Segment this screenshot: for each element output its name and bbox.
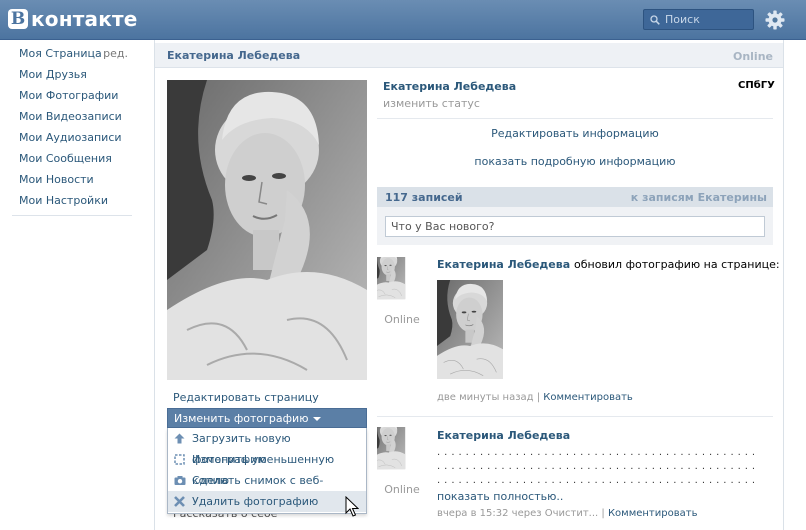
post-avatar[interactable]: [377, 427, 427, 477]
edit-page-link[interactable]: Редактировать страницу: [173, 391, 319, 404]
menu-upload-photo[interactable]: Загрузить новую фотографию: [168, 428, 366, 466]
post-meta: вчера в 15:32 через Очистит... | Коммент…: [437, 508, 698, 519]
show-full-link[interactable]: показать полностью..: [437, 490, 563, 503]
post-photo[interactable]: [437, 280, 503, 379]
post-author[interactable]: Екатерина Лебедева: [437, 429, 570, 442]
change-photo-button[interactable]: Изменить фотографию: [167, 408, 367, 428]
search-icon: [650, 14, 660, 25]
divider: [377, 118, 773, 119]
camera-icon: [174, 476, 186, 485]
photo-menu: Загрузить новую фотографию Изменить умен…: [167, 428, 367, 514]
menu-label: Удалить фотографию: [192, 495, 319, 508]
wall-header: 117 записей к записям Екатерины: [377, 187, 773, 207]
nav-edit-link[interactable]: ред.: [103, 43, 128, 64]
gear-icon[interactable]: [764, 9, 786, 31]
more-info-link: показать подробную информацию: [377, 155, 773, 168]
left-nav: Моя Страница ред. Мои Друзья Мои Фотогра…: [12, 43, 132, 216]
post-action: обновил фотографию на странице:: [573, 258, 780, 271]
comment-link[interactable]: Комментировать: [543, 392, 633, 403]
logo-text: контакте: [31, 7, 138, 31]
post-text-line: . . . . . . . . . . . . . . . . . . . . …: [437, 447, 757, 458]
status-field[interactable]: изменить статус: [383, 97, 480, 110]
more-info-text[interactable]: показать подробную информацию: [474, 155, 675, 168]
nav-photos[interactable]: Мои Фотографии: [12, 85, 132, 106]
crop-icon: [174, 454, 185, 465]
edit-info-text[interactable]: Редактировать информацию: [491, 127, 659, 140]
post-online-status: Online: [384, 313, 420, 326]
search-input[interactable]: Поиск: [643, 9, 754, 30]
menu-delete-photo[interactable]: Удалить фотографию: [168, 491, 366, 512]
profile-photo[interactable]: [167, 80, 367, 380]
nav-news[interactable]: Мои Новости: [12, 169, 132, 190]
profile-page: Екатерина Лебедева Online Редактировать …: [154, 40, 784, 530]
nav-settings[interactable]: Мои Настройки: [12, 190, 132, 211]
nav-audio[interactable]: Мои Аудиозаписи: [12, 127, 132, 148]
post-text-line: . . . . . . . . . . . . . . . . . . . . …: [437, 461, 757, 472]
change-photo-label: Изменить фотографию: [174, 412, 309, 425]
post-avatar[interactable]: [377, 257, 427, 307]
nav-my-page[interactable]: Моя Страница ред.: [12, 43, 132, 64]
nav-divider: [12, 215, 132, 216]
menu-crop-thumbnail[interactable]: Изменить уменьшенную копию: [168, 449, 366, 487]
wall-count[interactable]: 117 записей: [385, 191, 463, 204]
delete-icon: [174, 496, 185, 507]
wall-owner-link[interactable]: к записям Екатерины: [631, 191, 767, 204]
profile-header: Екатерина Лебедева Online: [155, 43, 783, 68]
divider: [377, 416, 773, 417]
wall-post-input[interactable]: Что у Вас нового?: [385, 216, 765, 237]
post-online-status: Online: [384, 483, 420, 496]
post-author[interactable]: Екатерина Лебедева: [437, 258, 570, 271]
header-name: Екатерина Лебедева: [167, 49, 301, 62]
menu-webcam-photo[interactable]: Сделать снимок с веб-камеры: [168, 470, 366, 508]
nav-messages[interactable]: Мои Сообщения: [12, 148, 132, 169]
profile-name[interactable]: Екатерина Лебедева: [383, 80, 516, 93]
top-bar: В контакте Поиск: [0, 0, 806, 40]
post-text-line: . . . . . . . . . . . . . . . . . . . . …: [437, 475, 757, 486]
university-label: СПбГУ: [738, 80, 775, 91]
wall-post-box: Что у Вас нового?: [377, 207, 773, 245]
edit-info-link: Редактировать информацию: [377, 127, 773, 140]
vk-logo[interactable]: В контакте: [8, 6, 138, 32]
search-placeholder: Поиск: [665, 13, 700, 26]
upload-icon: [174, 433, 185, 444]
post-time[interactable]: две минуты назад: [437, 392, 534, 403]
nav-videos[interactable]: Мои Видеозаписи: [12, 106, 132, 127]
post-meta: две минуты назад | Комментировать: [437, 392, 633, 403]
chevron-down-icon: [313, 417, 322, 421]
post-time[interactable]: вчера в 15:32 через Очистит...: [437, 508, 598, 519]
comment-link[interactable]: Комментировать: [608, 508, 698, 519]
mouse-cursor-icon: [345, 496, 359, 517]
logo-icon: В: [8, 9, 28, 29]
nav-label: Моя Страница: [19, 47, 102, 60]
nav-friends[interactable]: Мои Друзья: [12, 64, 132, 85]
post-header: Екатерина Лебедева обновил фотографию на…: [437, 258, 780, 271]
header-online: Online: [732, 50, 773, 63]
